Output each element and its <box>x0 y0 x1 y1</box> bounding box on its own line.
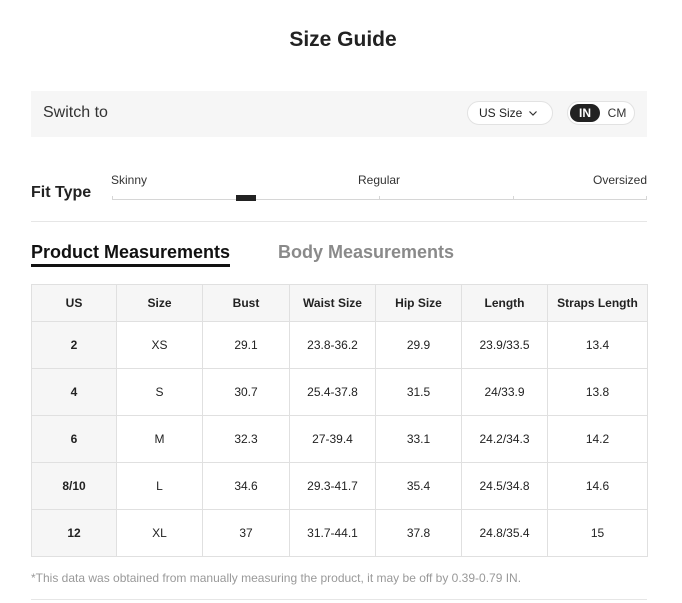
table-cell: 31.5 <box>375 368 462 416</box>
table-cell: 34.6 <box>202 462 290 510</box>
size-table: US Size Bust Waist Size Hip Size Length … <box>31 284 648 557</box>
table-cell: 14.6 <box>547 462 648 510</box>
section-divider <box>31 221 647 222</box>
table-cell: 27-39.4 <box>289 415 376 463</box>
fit-skinny-label: Skinny <box>111 173 148 187</box>
table-cell: 4 <box>31 368 117 416</box>
table-cell: 14.2 <box>547 415 648 463</box>
table-cell: 13.8 <box>547 368 648 416</box>
col-header-straps-length: Straps Length <box>547 284 648 322</box>
table-cell: 37 <box>202 509 290 557</box>
col-header-hip-size: Hip Size <box>375 284 462 322</box>
table-cell: 23.8-36.2 <box>289 321 376 369</box>
fit-tick <box>513 196 514 200</box>
table-row: 4 S 30.7 25.4-37.8 31.5 24/33.9 13.8 <box>31 368 648 416</box>
chevron-down-icon <box>529 111 537 116</box>
table-cell: 8/10 <box>31 462 117 510</box>
table-cell: 12 <box>31 509 117 557</box>
bottom-divider <box>31 599 647 600</box>
unit-in-button[interactable]: IN <box>570 104 600 122</box>
size-system-select[interactable]: US Size <box>467 101 553 125</box>
table-cell: 32.3 <box>202 415 290 463</box>
active-tab-underline <box>31 264 230 267</box>
table-cell: 29.1 <box>202 321 290 369</box>
table-cell: 15 <box>547 509 648 557</box>
unit-switch-bar: Switch to US Size IN CM <box>31 91 647 137</box>
fit-regular-label: Regular <box>358 173 401 187</box>
table-cell: XS <box>116 321 203 369</box>
table-cell: L <box>116 462 203 510</box>
tab-body-measurements[interactable]: Body Measurements <box>278 242 454 263</box>
table-row: 6 M 32.3 27-39.4 33.1 24.2/34.3 14.2 <box>31 415 648 463</box>
table-cell: XL <box>116 509 203 557</box>
col-header-waist-size: Waist Size <box>289 284 376 322</box>
col-header-us: US <box>31 284 117 322</box>
table-cell: M <box>116 415 203 463</box>
table-cell: 2 <box>31 321 117 369</box>
tab-product-measurements[interactable]: Product Measurements <box>31 242 230 263</box>
fit-type-label: Fit Type <box>31 184 92 201</box>
switch-label: Switch to <box>43 104 108 121</box>
table-row: 2 XS 29.1 23.8-36.2 29.9 23.9/33.5 13.4 <box>31 321 648 369</box>
col-header-bust: Bust <box>202 284 290 322</box>
table-cell: 29.9 <box>375 321 462 369</box>
table-cell: 37.8 <box>375 509 462 557</box>
table-cell: 31.7-44.1 <box>289 509 376 557</box>
table-cell: 24.8/35.4 <box>461 509 548 557</box>
unit-toggle: IN CM <box>567 101 635 125</box>
table-cell: 6 <box>31 415 117 463</box>
table-row: 8/10 L 34.6 29.3-41.7 35.4 24.5/34.8 14.… <box>31 462 648 510</box>
fit-tick <box>379 196 380 200</box>
table-cell: 24/33.9 <box>461 368 548 416</box>
table-row: 12 XL 37 31.7-44.1 37.8 24.8/35.4 15 <box>31 509 648 557</box>
col-header-length: Length <box>461 284 548 322</box>
fit-position-marker <box>235 195 256 201</box>
unit-cm-button[interactable]: CM <box>602 104 632 122</box>
table-header-row: US Size Bust Waist Size Hip Size Length … <box>31 284 648 322</box>
fit-oversized-label: Oversized <box>593 173 648 187</box>
table-cell: 29.3-41.7 <box>289 462 376 510</box>
table-cell: 23.9/33.5 <box>461 321 548 369</box>
table-cell: 24.2/34.3 <box>461 415 548 463</box>
size-system-value: US Size <box>479 106 523 120</box>
table-cell: S <box>116 368 203 416</box>
table-cell: 35.4 <box>375 462 462 510</box>
measurement-disclaimer: *This data was obtained from manually me… <box>31 571 522 585</box>
table-cell: 30.7 <box>202 368 290 416</box>
table-cell: 13.4 <box>547 321 648 369</box>
page-title: Size Guide <box>289 28 397 51</box>
table-cell: 25.4-37.8 <box>289 368 376 416</box>
col-header-size: Size <box>116 284 203 322</box>
table-cell: 33.1 <box>375 415 462 463</box>
table-cell: 24.5/34.8 <box>461 462 548 510</box>
